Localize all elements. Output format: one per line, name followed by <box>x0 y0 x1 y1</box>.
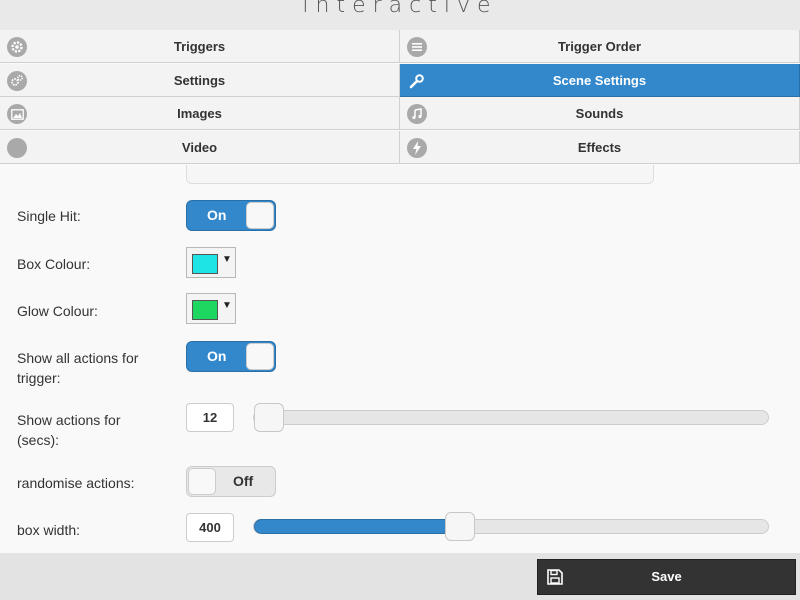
randomise-actions-label: randomise actions: <box>17 475 135 491</box>
glow-colour-label: Glow Colour: <box>17 303 98 319</box>
nav-item-label: Effects <box>577 140 622 155</box>
dropdown-arrow-icon: ▼ <box>222 254 232 265</box>
toggle-state-label: On <box>207 207 227 223</box>
nav-item-label: Trigger Order <box>557 39 642 54</box>
label-line: trigger: <box>17 370 61 386</box>
glow-colour-picker[interactable]: ▼ <box>186 293 236 324</box>
app-header: interactive <box>0 0 800 30</box>
nav-item-label: Video <box>181 140 218 155</box>
box-colour-label: Box Colour: <box>17 256 91 272</box>
nav-item-sounds[interactable]: Sounds <box>400 97 800 130</box>
label-line: (secs): <box>17 432 59 448</box>
nav-item-triggers[interactable]: Triggers <box>0 30 400 63</box>
nav-item-label: Scene Settings <box>552 73 647 88</box>
box-colour-swatch <box>192 254 218 274</box>
show-all-actions-label: Show all actions for trigger: <box>17 348 138 388</box>
nav-item-label: Triggers <box>173 39 226 54</box>
slider-handle[interactable] <box>254 403 284 432</box>
show-actions-secs-slider-track[interactable] <box>253 403 769 432</box>
single-hit-label: Single Hit: <box>17 208 81 224</box>
box-colour-picker[interactable]: ▼ <box>186 247 236 278</box>
box-width-input[interactable]: 400 <box>186 513 234 542</box>
toggle-knob[interactable] <box>188 468 216 495</box>
brand-logo-text: interactive <box>302 0 498 18</box>
toggle-knob[interactable] <box>246 343 274 370</box>
nav-item-images[interactable]: Images <box>0 97 400 130</box>
nav-item-settings[interactable]: Settings <box>0 64 400 97</box>
nav-item-trigger-order[interactable]: Trigger Order <box>400 30 800 63</box>
show-actions-secs-label: Show actions for (secs): <box>17 410 121 450</box>
label-line: Show all actions for <box>17 350 139 366</box>
toggle-knob[interactable] <box>246 202 274 229</box>
nav-item-effects[interactable]: Effects <box>400 131 800 164</box>
glow-colour-swatch <box>192 300 218 320</box>
randomise-actions-toggle[interactable]: Off <box>186 466 276 497</box>
toggle-state-label: Off <box>233 473 254 489</box>
toggle-state-label: On <box>207 348 227 364</box>
label-line: Show actions for <box>17 412 121 428</box>
nav-item-label: Sounds <box>575 106 624 121</box>
save-button-label: Save <box>651 569 682 584</box>
slider-handle[interactable] <box>444 512 475 541</box>
nav-item-scene-settings[interactable]: Scene Settings <box>400 64 800 97</box>
scene-settings-panel: random Single Hit: On Box Colour: ▼ Glow… <box>0 165 800 553</box>
footer-bar: Save <box>0 553 800 600</box>
random-option-box[interactable]: random <box>186 165 654 184</box>
show-actions-secs-input[interactable]: 12 <box>186 403 234 432</box>
nav-item-label: Images <box>177 106 222 121</box>
single-hit-toggle[interactable]: On <box>186 200 276 231</box>
nav-grid: Triggers Trigger Order Settings Scene Se… <box>0 30 800 165</box>
show-all-actions-toggle[interactable]: On <box>186 341 276 372</box>
box-width-label: box width: <box>17 522 81 538</box>
nav-item-label: Settings <box>173 73 226 88</box>
dropdown-arrow-icon: ▼ <box>222 300 232 311</box>
save-button[interactable]: Save <box>537 559 796 595</box>
slider-fill <box>254 519 460 534</box>
box-width-slider-track[interactable] <box>253 512 769 541</box>
nav-item-video[interactable]: Video <box>0 131 400 164</box>
